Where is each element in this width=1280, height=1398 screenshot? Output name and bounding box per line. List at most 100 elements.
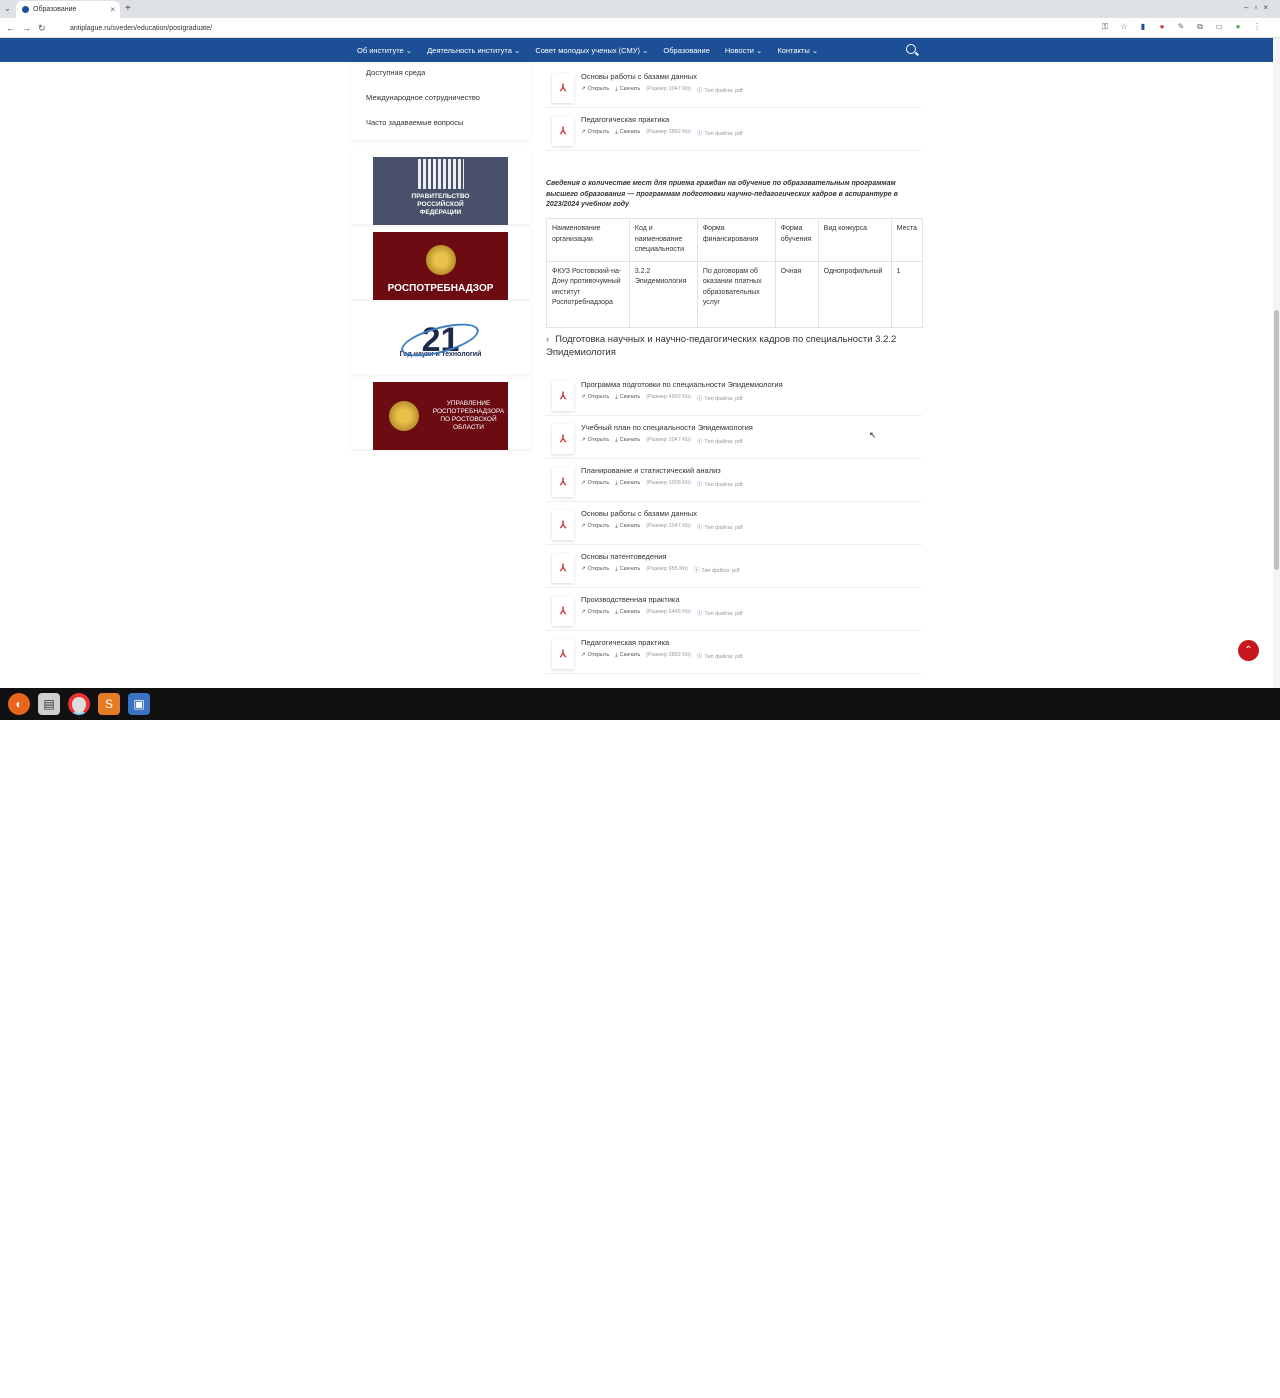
pdf-icon: ⅄ xyxy=(552,553,574,583)
pdf-icon: ⅄ xyxy=(552,639,574,669)
download-link[interactable]: ⤓ Скачать xyxy=(615,609,640,617)
file-type: ⓘ Тип файла: pdf xyxy=(696,131,743,137)
nav-item-contacts[interactable]: Контакты ⌄ xyxy=(777,46,818,55)
download-link[interactable]: ⤓ Скачать xyxy=(615,523,640,531)
table-header: Код и наименование специальности xyxy=(628,218,698,262)
mouse-cursor-icon: ↖ xyxy=(869,430,877,440)
file-size: (Размер 6446 Kb) xyxy=(646,609,691,615)
extension-bookmark-icon[interactable]: ▮ xyxy=(1138,22,1148,32)
files-icon[interactable]: ▤ xyxy=(38,693,60,715)
download-link[interactable]: ⤓ Скачать xyxy=(615,566,640,574)
open-link[interactable]: ↗ Открыть xyxy=(581,523,609,531)
file-type: ⓘ Тип файла: pdf xyxy=(693,568,740,574)
tab-title: Образование xyxy=(33,6,77,13)
scroll-to-top-button[interactable]: ⌃ xyxy=(1238,640,1259,661)
file-type: ⓘ Тип файла: pdf xyxy=(696,396,743,402)
sidebar-link-faq[interactable]: Часто задаваемые вопросы xyxy=(366,118,463,127)
file-item: ⅄ Основы работы с базами данных ↗ Открыть… xyxy=(546,68,922,108)
back-icon[interactable]: ← xyxy=(6,23,15,33)
app-window-icon[interactable]: ▣ xyxy=(128,693,150,715)
scrollbar-thumb[interactable] xyxy=(1274,310,1279,570)
table-header: Форма обучения xyxy=(774,218,819,262)
profile-avatar[interactable]: ● xyxy=(1233,22,1243,32)
pdf-icon: ⅄ xyxy=(552,510,574,540)
download-link[interactable]: ⤓ Скачать xyxy=(615,86,640,94)
banner-government[interactable]: ПРАВИТЕЛЬСТВО РОССИЙСКОЙ ФЕДЕРАЦИИ xyxy=(373,157,508,225)
sidebar-link-accessible-env[interactable]: Доступная среда xyxy=(366,68,425,77)
new-tab-icon[interactable]: + xyxy=(125,3,131,14)
sidebar-link-international[interactable]: Международное сотрудничество xyxy=(366,93,480,102)
open-link[interactable]: ↗ Открыть xyxy=(581,480,609,488)
open-link[interactable]: ↗ Открыть xyxy=(581,86,609,94)
reload-icon[interactable]: ↻ xyxy=(38,23,46,34)
menu-icon[interactable]: ⋮ xyxy=(1252,22,1262,32)
search-icon[interactable] xyxy=(906,44,916,54)
firefox-icon[interactable]: ◐ xyxy=(8,693,30,715)
download-link[interactable]: ⤓ Скачать xyxy=(615,652,640,660)
banner-year-of-science[interactable]: 21 Год науки и технологий xyxy=(373,307,508,375)
file-type: ⓘ Тип файла: pdf xyxy=(696,525,743,531)
browser-tabbar: ⌄ Образование × + –▫× xyxy=(0,0,1280,18)
file-title: Основы работы с базами данных xyxy=(581,509,697,518)
extension-pen-icon[interactable]: ✎ xyxy=(1176,22,1186,32)
site-navigation: Об институте ⌄ Деятельность института ⌄ … xyxy=(0,38,1273,62)
chrome-icon[interactable] xyxy=(68,693,90,715)
file-title: Учебный план по специальности Эпидемиоло… xyxy=(581,423,753,432)
open-link[interactable]: ↗ Открыть xyxy=(581,437,609,445)
download-link[interactable]: ⤓ Скачать xyxy=(615,437,640,445)
download-link[interactable]: ⤓ Скачать xyxy=(615,394,640,402)
download-link[interactable]: ⤓ Скачать xyxy=(615,480,640,488)
open-link[interactable]: ↗ Открыть xyxy=(581,394,609,402)
browser-tab[interactable]: Образование × xyxy=(16,1,120,18)
pdf-icon: ⅄ xyxy=(552,424,574,454)
file-item: ⅄ Учебный план по специальности Эпидемиол… xyxy=(546,419,922,459)
forward-icon[interactable]: → xyxy=(22,23,31,33)
open-link[interactable]: ↗ Открыть xyxy=(581,609,609,617)
nav-item-young-scientists[interactable]: Совет молодых ученых (СМУ) ⌄ xyxy=(535,46,648,55)
section-title: Подготовка научных и научно-педагогическ… xyxy=(546,334,897,358)
table-cell: 1 xyxy=(890,260,924,328)
file-type: ⓘ Тип файла: pdf xyxy=(696,439,743,445)
pdf-icon: ⅄ xyxy=(552,596,574,626)
section-accordion-header[interactable]: › Подготовка научных и научно-педагогичес… xyxy=(546,333,918,359)
file-size: (Размер 955 Kb) xyxy=(646,566,688,572)
pdf-icon: ⅄ xyxy=(552,381,574,411)
sublime-text-icon[interactable]: S xyxy=(98,693,120,715)
file-size: (Размер 1008 Kb) xyxy=(646,480,691,486)
pdf-icon: ⅄ xyxy=(552,73,574,103)
extension-stop-icon[interactable]: ● xyxy=(1157,22,1167,32)
nav-item-activity[interactable]: Деятельность института ⌄ xyxy=(427,46,520,55)
window-controls[interactable]: –▫× xyxy=(1244,3,1274,12)
close-tab-icon[interactable]: × xyxy=(110,5,115,14)
tab-list-chevron-icon[interactable]: ⌄ xyxy=(4,4,11,13)
download-link[interactable]: ⤓ Скачать xyxy=(615,129,640,137)
table-cell: 3.2.2 Эпидемиология xyxy=(628,260,698,328)
banner-rospotrebnadzor[interactable]: РОСПОТРЕБНАДЗОР xyxy=(373,232,508,300)
file-item: ⅄ Педагогическая практика ↗ Открыть ⤓ Скачать… xyxy=(546,634,922,674)
table-header: Форма финансирования xyxy=(696,218,776,262)
file-type: ⓘ Тип файла: pdf xyxy=(696,482,743,488)
app-grid-icon[interactable] xyxy=(1257,1385,1270,1398)
open-link[interactable]: ↗ Открыть xyxy=(581,129,609,137)
coat-of-arms-icon xyxy=(425,245,456,275)
open-link[interactable]: ↗ Открыть xyxy=(581,652,609,660)
url-field[interactable]: antiplague.ru/sveden/education/postgradu… xyxy=(56,21,1136,35)
open-link[interactable]: ↗ Открыть xyxy=(581,566,609,574)
sidebar-icon[interactable]: ▭ xyxy=(1214,22,1224,32)
key-icon[interactable]: ⚿ xyxy=(1100,22,1110,32)
admission-table: Наименование организации Код и наименова… xyxy=(546,218,924,328)
file-size: (Размер 1047 Kb) xyxy=(646,437,691,443)
browser-toolbar-icons: ⚿ ☆ ▮ ● ✎ ⧉ ▭ ● ⋮ xyxy=(1100,22,1262,32)
star-icon[interactable]: ☆ xyxy=(1119,22,1129,32)
file-title: Педагогическая практика xyxy=(581,115,670,124)
table-cell: Однопрофильный xyxy=(817,260,892,328)
page-scrollbar[interactable] xyxy=(1273,38,1280,688)
extensions-puzzle-icon[interactable]: ⧉ xyxy=(1195,22,1205,32)
file-size: (Размер 1047 Kb) xyxy=(646,86,691,92)
file-size: (Размер 1047 Kb) xyxy=(646,523,691,529)
nav-item-about[interactable]: Об институте ⌄ xyxy=(357,46,412,55)
coat-of-arms-icon xyxy=(389,401,419,431)
banner-rostov-department[interactable]: УПРАВЛЕНИЕ РОСПОТРЕБНАДЗОРА ПО РОСТОВСКО… xyxy=(373,382,508,450)
nav-item-news[interactable]: Новости ⌄ xyxy=(725,46,762,55)
nav-item-education[interactable]: Образование xyxy=(663,46,710,55)
